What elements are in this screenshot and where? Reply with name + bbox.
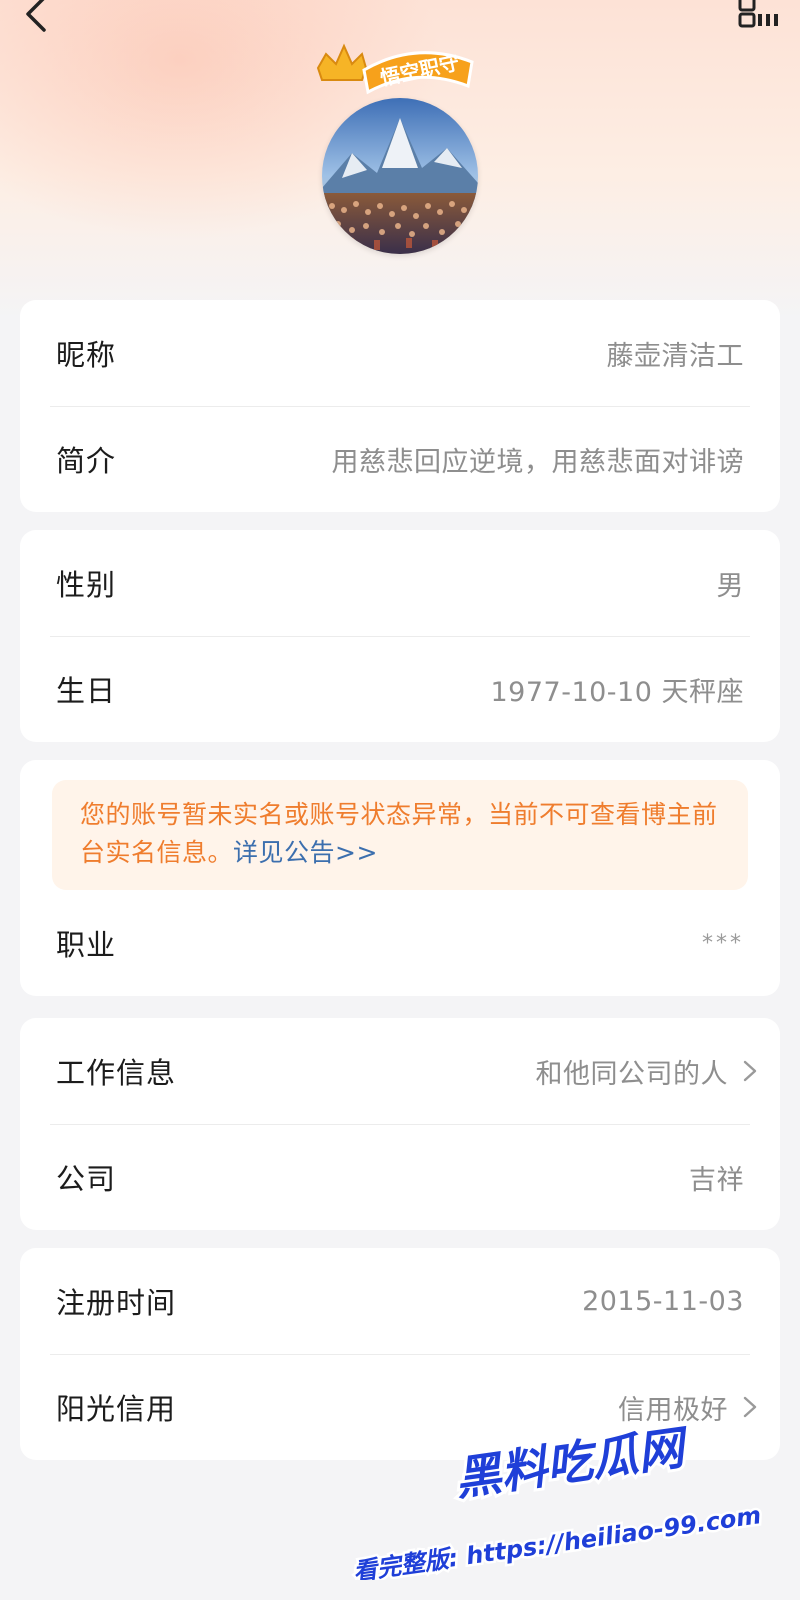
company-value: 吉祥 [689,1164,744,1196]
work-info-row[interactable]: 工作信息 和他同公司的人 [20,1018,780,1124]
work-card: 工作信息 和他同公司的人 公司 吉祥 [20,1018,780,1230]
register-time-value: 2015-11-03 [582,1285,744,1317]
watermark-subtitle: 看完整版: https://heiliao-99.com [351,1501,762,1580]
occupation-row[interactable]: 职业 *** [20,890,780,996]
occupation-value: *** [702,930,744,956]
avatar-image [322,98,478,254]
gender-value: 男 [716,570,744,602]
credit-row[interactable]: 阳光信用 信用极好 [20,1354,780,1460]
back-button[interactable] [14,0,62,40]
avatar-badge: 悟空职守 [316,43,474,95]
credit-label: 阳光信用 [56,1392,177,1426]
nickname-row[interactable]: 昵称 藤壶清洁工 [20,300,780,406]
nickname-value: 藤壶清洁工 [606,340,744,372]
profile-basic-card: 昵称 藤壶清洁工 简介 用慈悲回应逆境，用慈悲面对诽谤 [20,300,780,512]
birthday-row[interactable]: 生日 1977-10-10 天秤座 [20,636,780,742]
account-card: 注册时间 2015-11-03 阳光信用 信用极好 [20,1248,780,1460]
occupation-label: 职业 [56,928,117,962]
credit-value: 信用极好 [618,1394,728,1426]
bio-label: 简介 [56,444,117,478]
avatar[interactable]: 悟空职守 [316,36,486,254]
birthday-label: 生日 [56,674,117,708]
company-label: 公司 [56,1162,117,1196]
bio-row[interactable]: 简介 用慈悲回应逆境，用慈悲面对诽谤 [20,406,780,512]
work-info-label: 工作信息 [56,1056,177,1090]
company-row[interactable]: 公司 吉祥 [20,1124,780,1230]
work-info-value: 和他同公司的人 [535,1058,728,1090]
notice-link[interactable]: 详见公告>> [233,838,378,867]
qr-code-icon [738,0,778,28]
qr-code-button[interactable] [736,0,780,28]
chevron-right-icon [743,1396,757,1418]
gender-label: 性别 [56,568,117,602]
nickname-label: 昵称 [56,338,117,372]
notice-text: 您的账号暂未实名或账号状态异常，当前不可查看博主前台实名信息。 [80,800,718,867]
chevron-right-icon [743,1060,757,1082]
birthday-value: 1977-10-10 天秤座 [490,676,744,708]
occupation-card: 您的账号暂未实名或账号状态异常，当前不可查看博主前台实名信息。详见公告>> 职业… [20,760,780,996]
verification-notice: 您的账号暂未实名或账号状态异常，当前不可查看博主前台实名信息。详见公告>> [52,780,748,890]
register-time-row[interactable]: 注册时间 2015-11-03 [20,1248,780,1354]
bio-value: 用慈悲回应逆境，用慈悲面对诽谤 [331,446,744,478]
gender-row[interactable]: 性别 男 [20,530,780,636]
personal-info-card: 性别 男 生日 1977-10-10 天秤座 [20,530,780,742]
register-time-label: 注册时间 [56,1286,177,1320]
chevron-left-icon [26,0,46,32]
